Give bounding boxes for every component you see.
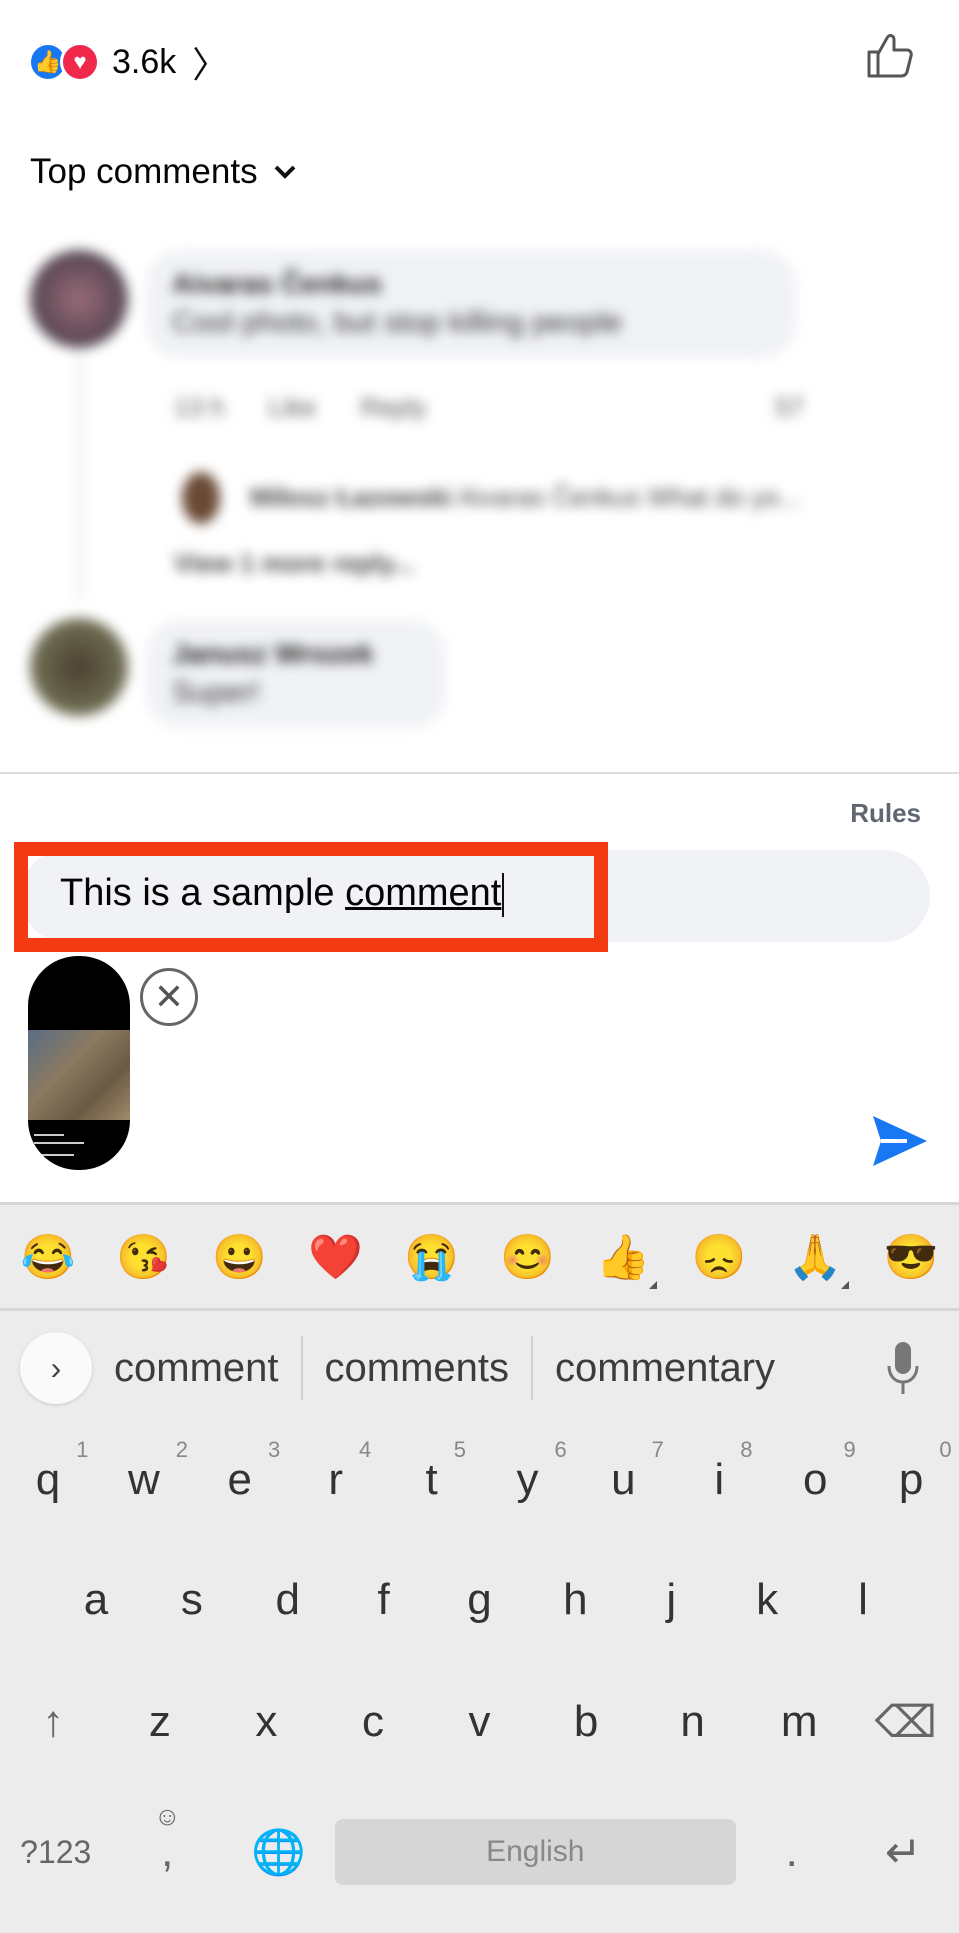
key-hint: 4: [359, 1437, 372, 1462]
key-hint: 1: [76, 1437, 89, 1462]
emoji-key[interactable]: 😞: [689, 1231, 749, 1283]
chevron-right-icon: 〉: [192, 44, 229, 85]
key-q[interactable]: q1: [0, 1437, 96, 1505]
emoji-suggestion-row: 😂 😘 😀 ❤️ 😭 😊 👍 😞 🙏 😎: [0, 1205, 959, 1311]
emoji-key[interactable]: 😎: [881, 1231, 941, 1283]
comment-input-text[interactable]: This is a sample comment: [60, 872, 505, 917]
key-n[interactable]: n: [639, 1697, 746, 1748]
key-hint: 2: [175, 1437, 188, 1462]
key-f[interactable]: f: [336, 1575, 432, 1625]
comments-list: Aivaras Čenkus Cool photo, but stop kill…: [0, 240, 959, 770]
key-hint: 5: [453, 1437, 466, 1462]
emoji-key[interactable]: ❤️: [306, 1231, 366, 1283]
key-o[interactable]: o9: [767, 1437, 863, 1505]
shift-key[interactable]: ↑: [0, 1697, 107, 1748]
key-u[interactable]: u7: [575, 1437, 671, 1505]
avatar[interactable]: [30, 618, 128, 716]
key-row-4: ?123 ☺, 🌐 English . ↵: [0, 1801, 959, 1885]
globe-icon[interactable]: 🌐: [223, 1826, 335, 1878]
divider: [0, 772, 959, 774]
comment-actions: 13 h Like Reply 57: [174, 392, 804, 423]
key-c[interactable]: c: [320, 1697, 427, 1748]
emoji-key[interactable]: 🙏: [785, 1231, 850, 1289]
suggestion[interactable]: comments: [303, 1346, 532, 1391]
rules-link[interactable]: Rules: [850, 798, 921, 829]
key-y[interactable]: y6: [480, 1437, 576, 1505]
enter-key[interactable]: ↵: [848, 1827, 959, 1878]
key-a[interactable]: a: [48, 1575, 144, 1625]
close-icon: ✕: [153, 976, 185, 1017]
emoji-key[interactable]: 👍: [593, 1231, 658, 1289]
emoji-key[interactable]: 😂: [18, 1231, 78, 1283]
suggestion[interactable]: comment: [92, 1346, 301, 1391]
backspace-key[interactable]: ⌫: [852, 1697, 959, 1748]
smiley-icon: ☺: [154, 1801, 181, 1831]
comment-bubble[interactable]: Aivaras Čenkus Cool photo, but stop kill…: [146, 250, 796, 358]
key-v[interactable]: v: [426, 1697, 533, 1748]
avatar[interactable]: [30, 250, 128, 348]
expand-toolbar-button[interactable]: ›: [20, 1332, 92, 1404]
key-row-3: ↑ zxcvbnm ⌫: [0, 1697, 959, 1748]
key-hint: 9: [843, 1437, 856, 1462]
reply-link[interactable]: Reply: [360, 392, 426, 423]
sort-comments-dropdown[interactable]: Top comments: [30, 152, 296, 192]
microphone-icon[interactable]: [885, 1340, 921, 1396]
keyboard: 😂 😘 😀 ❤️ 😭 😊 👍 😞 🙏 😎 › comment comments …: [0, 1202, 959, 1933]
key-hint: 0: [939, 1437, 952, 1462]
reply-preview[interactable]: Miłosz Łazowski Aivaras Čenkus What do y…: [250, 482, 801, 513]
key-w[interactable]: w2: [96, 1437, 192, 1505]
reaction-count: 3.6k: [112, 42, 177, 81]
like-link[interactable]: Like: [269, 392, 317, 423]
emoji-key[interactable]: 😘: [114, 1231, 174, 1283]
text-caret: [502, 872, 505, 917]
chevron-down-icon: [274, 165, 296, 179]
key-e[interactable]: e3: [192, 1437, 288, 1505]
key-s[interactable]: s: [144, 1575, 240, 1625]
suggestion-strip: › comment comments commentary: [0, 1313, 959, 1423]
symbols-key[interactable]: ?123: [0, 1834, 112, 1871]
like-button[interactable]: [863, 28, 919, 84]
key-m[interactable]: m: [746, 1697, 853, 1748]
remove-attachment-button[interactable]: ✕: [140, 968, 198, 1026]
key-x[interactable]: x: [213, 1697, 320, 1748]
key-k[interactable]: k: [719, 1575, 815, 1625]
view-more-replies[interactable]: View 1 more reply...: [174, 548, 414, 579]
comment-bubble[interactable]: Janusz Wrozek Super!: [146, 620, 446, 728]
key-r[interactable]: r4: [288, 1437, 384, 1505]
key-z[interactable]: z: [107, 1697, 214, 1748]
key-hint: 7: [651, 1437, 664, 1462]
emoji-key[interactable]: 😊: [497, 1231, 557, 1283]
key-hint: 6: [554, 1437, 567, 1462]
key-g[interactable]: g: [432, 1575, 528, 1625]
send-button[interactable]: [869, 1112, 929, 1170]
key-l[interactable]: l: [815, 1575, 911, 1625]
suggestion[interactable]: commentary: [533, 1346, 797, 1391]
period-key[interactable]: .: [736, 1827, 848, 1877]
key-p[interactable]: p0: [863, 1437, 959, 1505]
love-reaction-icon: ♥: [60, 42, 100, 82]
emoji-comma-key[interactable]: ☺,: [112, 1801, 224, 1877]
attached-image-thumbnail[interactable]: [28, 956, 130, 1170]
space-bar[interactable]: English: [334, 1819, 736, 1885]
key-t[interactable]: t5: [384, 1437, 480, 1505]
key-j[interactable]: j: [623, 1575, 719, 1625]
key-d[interactable]: d: [240, 1575, 336, 1625]
emoji-key[interactable]: 😭: [402, 1231, 462, 1283]
sort-label: Top comments: [30, 152, 258, 191]
key-hint: 3: [268, 1437, 281, 1462]
key-h[interactable]: h: [527, 1575, 623, 1625]
reactions-summary[interactable]: 👍 ♥ 3.6k 〉: [28, 36, 228, 88]
key-hint: 8: [740, 1437, 753, 1462]
key-i[interactable]: i8: [671, 1437, 767, 1505]
emoji-key[interactable]: 😀: [210, 1231, 270, 1283]
key-b[interactable]: b: [533, 1697, 640, 1748]
